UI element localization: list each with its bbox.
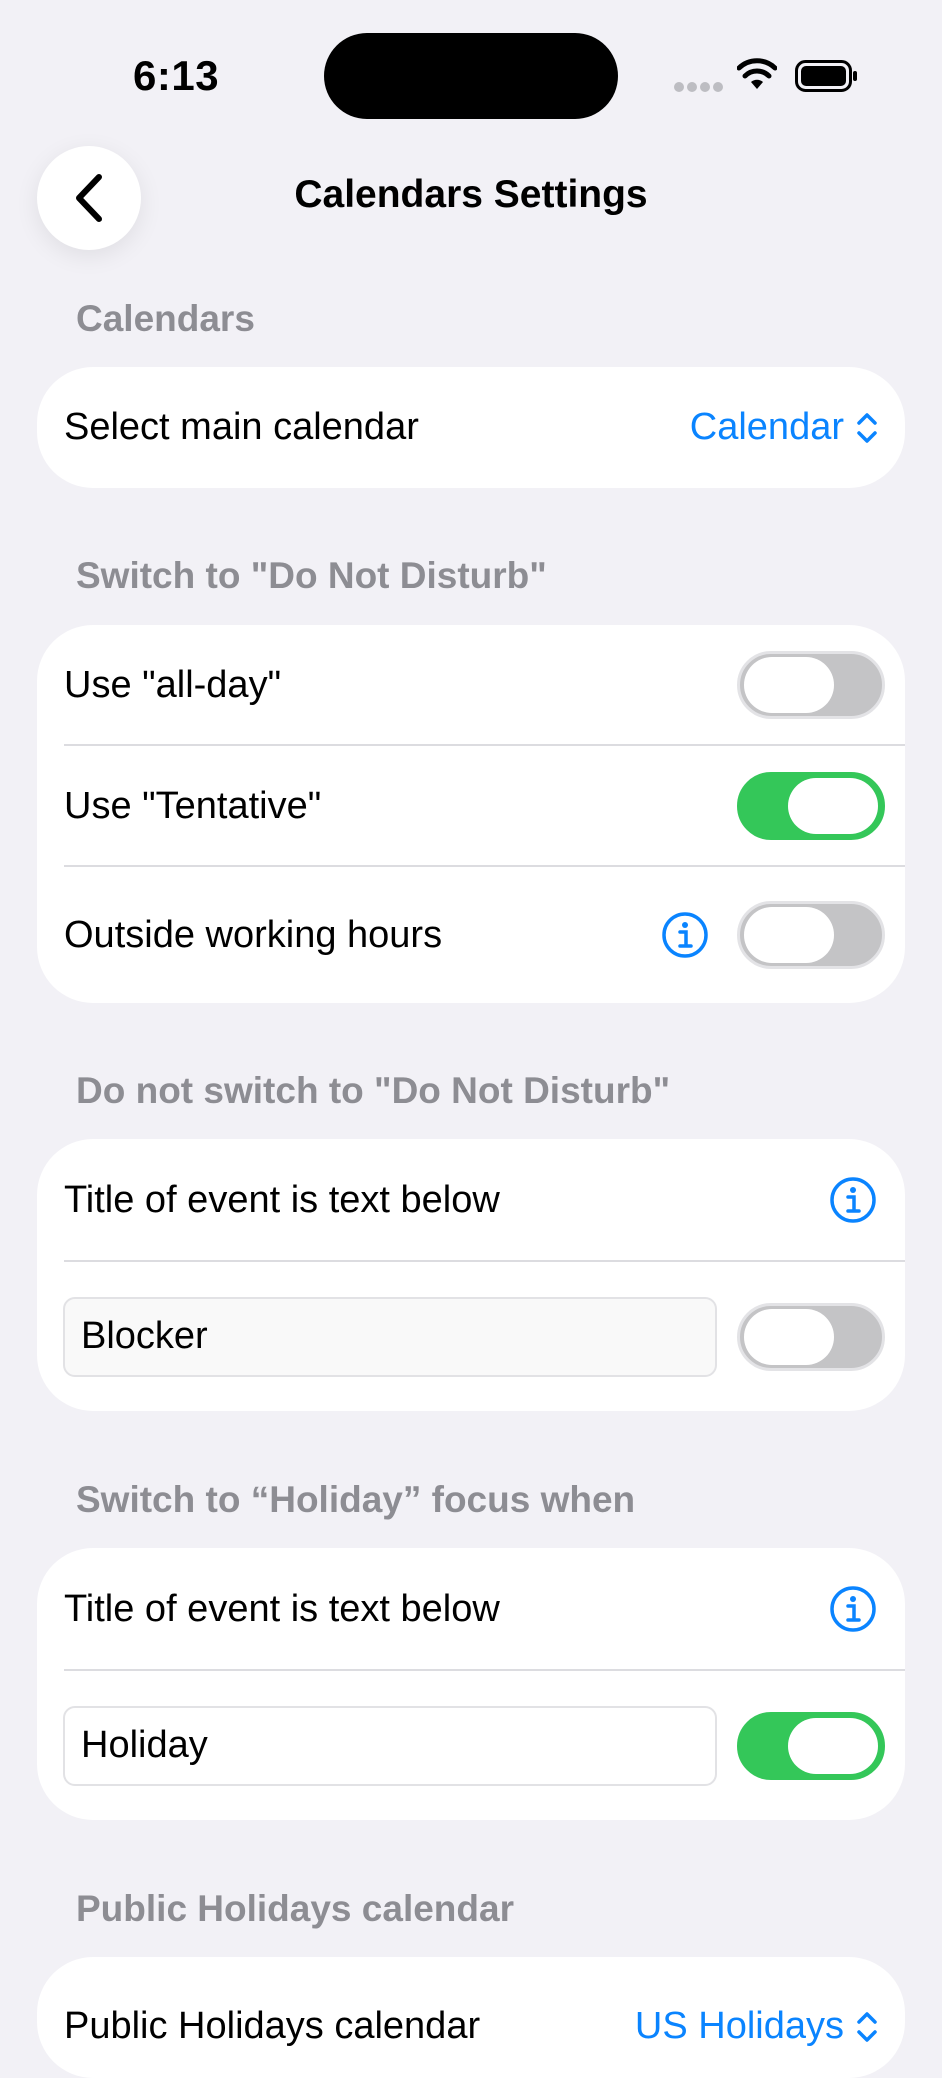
public-holidays-card: Public Holidays calendar US Holidays <box>37 1957 905 2078</box>
holiday-title-rule-row: Title of event is text below <box>37 1548 905 1670</box>
main-calendar-row[interactable]: Select main calendar Calendar <box>37 367 905 488</box>
toggle-knob <box>788 778 878 834</box>
tentative-label: Use "Tentative" <box>64 784 322 827</box>
no-switch-dnd-card: Title of event is text below Blocker <box>37 1139 905 1411</box>
all-day-toggle[interactable] <box>737 651 885 719</box>
holiday-text-row: Holiday <box>37 1671 905 1820</box>
switch-dnd-card: Use "all-day" Use "Tentative" Outside wo… <box>37 625 905 1003</box>
blocker-toggle[interactable] <box>737 1302 885 1371</box>
outside-hours-label: Outside working hours <box>64 913 443 956</box>
holiday-focus-card: Title of event is text below Holiday <box>37 1548 905 1820</box>
section-header-switch-dnd: Switch to "Do Not Disturb" <box>76 555 547 596</box>
info-icon[interactable] <box>829 1585 877 1633</box>
calendars-card: Select main calendar Calendar <box>37 367 905 488</box>
section-header-public-holidays: Public Holidays calendar <box>76 1888 514 1929</box>
public-holidays-picker[interactable]: US Holidays <box>635 2005 878 2048</box>
title-rule-label: Title of event is text below <box>64 1587 500 1630</box>
section-header-calendars: Calendars <box>76 298 255 339</box>
toggle-knob <box>744 657 834 713</box>
title-rule-label: Title of event is text below <box>64 1178 500 1221</box>
outside-hours-row: Outside working hours <box>37 867 905 1003</box>
blocker-title-rule-row: Title of event is text below <box>37 1139 905 1261</box>
toggle-knob <box>744 1308 834 1365</box>
all-day-row: Use "all-day" <box>37 625 905 745</box>
info-icon[interactable] <box>661 911 709 959</box>
holiday-toggle[interactable] <box>737 1711 885 1780</box>
toggle-knob <box>788 1717 878 1774</box>
outside-hours-toggle[interactable] <box>737 901 885 969</box>
main-calendar-label: Select main calendar <box>64 406 419 448</box>
status-bar: 6:13 <box>0 0 942 120</box>
cellular-signal-icon <box>674 82 723 92</box>
public-holidays-value: US Holidays <box>634 2005 844 2047</box>
wifi-icon <box>737 58 777 89</box>
blocker-text-row: Blocker <box>37 1262 905 1411</box>
page-title: Calendars Settings <box>294 173 648 216</box>
section-header-holiday-focus: Switch to “Holiday” focus when <box>76 1479 636 1520</box>
toggle-knob <box>744 907 834 963</box>
status-time: 6:13 <box>133 52 220 99</box>
tentative-toggle[interactable] <box>737 772 885 840</box>
dynamic-island <box>324 33 618 119</box>
blocker-text-field[interactable]: Blocker <box>63 1296 717 1377</box>
chevron-up-down-icon <box>857 412 877 443</box>
public-holidays-label: Public Holidays calendar <box>64 2005 481 2047</box>
tentative-row: Use "Tentative" <box>37 746 905 866</box>
chevron-up-down-icon <box>857 2011 877 2042</box>
holiday-text-field[interactable]: Holiday <box>63 1705 717 1786</box>
public-holidays-row[interactable]: Public Holidays calendar US Holidays <box>37 1957 905 2078</box>
battery-icon <box>795 60 857 92</box>
info-icon[interactable] <box>829 1176 877 1224</box>
main-calendar-picker[interactable]: Calendar <box>690 406 878 449</box>
main-calendar-value: Calendar <box>689 406 844 448</box>
all-day-label: Use "all-day" <box>64 663 282 706</box>
section-header-no-switch-dnd: Do not switch to "Do Not Disturb" <box>76 1070 671 1111</box>
